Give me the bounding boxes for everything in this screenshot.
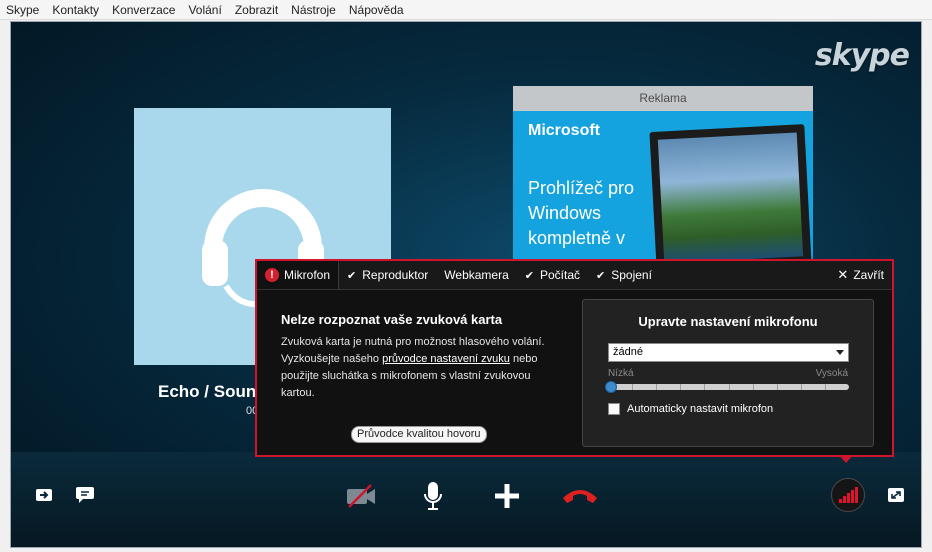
menu-nastroje[interactable]: Nástroje — [291, 3, 336, 17]
call-quality-guide-button[interactable]: Průvodce kvalitou hovoru — [351, 426, 487, 443]
close-popup-button[interactable]: ✕ Zavřít — [837, 261, 892, 289]
mic-device-select[interactable]: žádné — [608, 343, 849, 362]
slider-tick — [704, 384, 706, 390]
popup-tabs: ! Mikrofon ✔ Reproduktor Webkamera ✔ Poč… — [257, 261, 892, 290]
error-description: Zvuková karta je nutná pro možnost hlaso… — [281, 336, 545, 399]
video-off-icon — [347, 484, 375, 508]
slider-knob[interactable] — [605, 381, 617, 393]
menu-bar: Skype Kontakty Konverzace Volání Zobrazi… — [0, 0, 932, 20]
add-icon — [495, 484, 519, 508]
tab-mikrofon-label: Mikrofon — [284, 268, 331, 282]
volume-low-label: Nízká — [608, 368, 634, 379]
slider-tick — [656, 384, 658, 390]
check-icon: ✔ — [347, 269, 357, 282]
video-toggle-button[interactable] — [344, 482, 378, 510]
fullscreen-icon — [888, 488, 904, 502]
hang-up-button[interactable] — [559, 482, 601, 510]
ad-tablet-image — [649, 124, 812, 266]
add-participant-button[interactable] — [491, 480, 523, 512]
chat-icon — [76, 487, 94, 503]
sound-setup-link[interactable]: průvodce nastavení zvuku — [382, 353, 510, 365]
close-icon: ✕ — [837, 267, 849, 282]
tab-reproduktor[interactable]: ✔ Reproduktor — [339, 261, 436, 289]
tab-spojeni-label: Spojení — [611, 268, 652, 282]
ad-label: Reklama — [513, 86, 813, 111]
chat-button[interactable] — [73, 484, 97, 506]
call-quality-icon — [839, 487, 858, 503]
error-title: Nelze rozpoznat vaše zvuková karta — [281, 312, 503, 327]
slider-tick — [680, 384, 682, 390]
slider-tick — [632, 384, 634, 390]
mute-button[interactable] — [419, 480, 447, 512]
slider-tick — [800, 384, 802, 390]
slider-tick — [752, 384, 754, 390]
tab-reproduktor-label: Reproduktor — [362, 268, 429, 282]
menu-volani[interactable]: Volání — [188, 3, 221, 17]
mic-volume-slider[interactable] — [605, 381, 849, 393]
dropdown-arrow-icon — [836, 350, 844, 355]
tab-webkamera[interactable]: Webkamera — [436, 261, 516, 289]
mic-settings-panel: Upravte nastavení mikrofonu žádné Nízká … — [582, 299, 874, 447]
skype-logo: skype — [814, 38, 910, 73]
check-icon: ✔ — [524, 269, 534, 282]
error-icon: ! — [265, 268, 279, 282]
check-icon: ✔ — [596, 269, 606, 282]
volume-high-label: Vysoká — [815, 368, 848, 379]
call-window: skype Echo / Soun 00 Reklama Microsoft P… — [10, 21, 922, 548]
ad-text: Prohlížeč pro Windows kompletně v — [528, 178, 635, 248]
call-quality-button[interactable] — [831, 478, 865, 512]
slider-tick — [824, 384, 826, 390]
menu-skype[interactable]: Skype — [6, 3, 39, 17]
tab-mikrofon[interactable]: ! Mikrofon — [257, 261, 340, 289]
popup-pointer — [839, 455, 853, 463]
share-screen-button[interactable] — [33, 484, 55, 506]
tab-webkamera-label: Webkamera — [444, 268, 509, 282]
auto-adjust-label: Automaticky nastavit mikrofon — [627, 403, 774, 415]
menu-konverzace[interactable]: Konverzace — [112, 3, 175, 17]
share-screen-icon — [36, 489, 52, 501]
tab-spojeni[interactable]: ✔ Spojení — [588, 261, 660, 289]
tab-pocitac-label: Počítač — [539, 268, 581, 282]
auto-adjust-checkbox[interactable] — [608, 403, 620, 415]
ad-brand: Microsoft — [528, 122, 600, 139]
microphone-icon — [424, 482, 442, 510]
tab-pocitac[interactable]: ✔ Počítač — [517, 261, 588, 289]
close-label: Zavřít — [853, 268, 884, 282]
hang-up-icon — [563, 490, 597, 503]
fullscreen-button[interactable] — [885, 484, 907, 506]
slider-tick — [728, 384, 730, 390]
menu-kontakty[interactable]: Kontakty — [52, 3, 99, 17]
mic-settings-title: Upravte nastavení mikrofonu — [638, 314, 818, 329]
call-quality-popup: ! Mikrofon ✔ Reproduktor Webkamera ✔ Poč… — [255, 259, 894, 457]
menu-napoveda[interactable]: Nápověda — [349, 3, 404, 17]
menu-zobrazit[interactable]: Zobrazit — [235, 3, 278, 17]
advertisement[interactable]: Reklama Microsoft Prohlížeč pro Windows … — [513, 86, 813, 266]
slider-tick — [776, 384, 778, 390]
call-controls-bar — [11, 452, 921, 547]
